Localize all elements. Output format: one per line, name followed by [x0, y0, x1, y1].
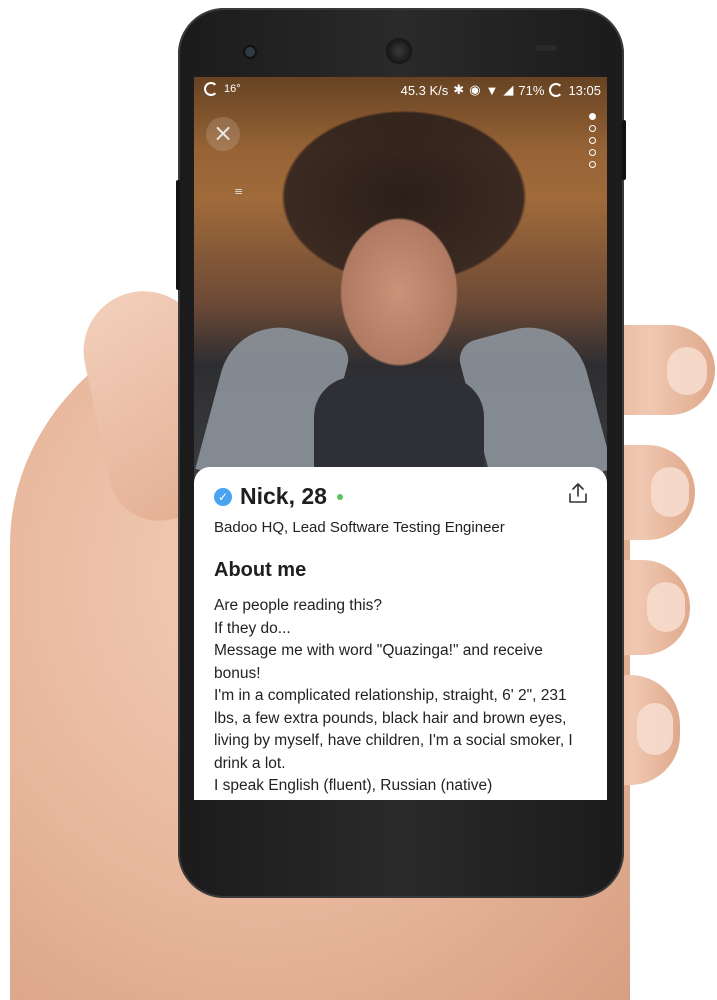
pager-dot[interactable] — [589, 149, 596, 156]
about-line: I'm in a complicated relationship, strai… — [214, 687, 573, 772]
volume-button — [176, 180, 180, 290]
status-battery: 71% — [518, 82, 545, 98]
photo-top-shade — [194, 77, 607, 487]
earpiece-speaker — [386, 38, 412, 64]
power-button — [622, 120, 626, 180]
status-temperature: 16° — [224, 83, 241, 95]
sync-ring-icon — [204, 82, 218, 96]
bluetooth-icon: ✱ — [453, 82, 465, 97]
about-line: I speak English (fluent), Russian (nativ… — [214, 777, 493, 794]
status-time: 13:05 — [568, 82, 601, 98]
verified-check-icon: ✓ — [214, 487, 232, 506]
profile-job: Badoo HQ, Lead Software Testing Engineer — [214, 519, 505, 536]
pager-dot[interactable] — [589, 125, 596, 132]
status-network-speed: 45.3 K/s — [400, 82, 449, 98]
about-line: If they do... — [214, 619, 291, 637]
about-line: Are people reading this? — [214, 597, 383, 614]
profile-card: ✓ Nick, 28 Badoo HQ, Lead Software Testi… — [194, 467, 607, 800]
profile-name: Nick, 28 — [240, 483, 327, 509]
signal-icon: ◢ — [503, 82, 514, 97]
name-row: ✓ Nick, 28 — [214, 483, 343, 510]
online-status-dot — [336, 493, 343, 500]
about-line: Message me with word "Quazinga!" and rec… — [214, 642, 543, 682]
profile-photo[interactable] — [194, 77, 607, 500]
status-bar: 16° 45.3 K/s ✱ ◉ ▼ ◢ 71% 13:05 — [194, 77, 607, 101]
pager-dot[interactable] — [589, 113, 596, 120]
about-text: Are people reading this? If they do... M… — [214, 595, 589, 798]
pager-dot[interactable] — [589, 161, 596, 168]
phone-screen: 16° 45.3 K/s ✱ ◉ ▼ ◢ 71% 13:05 × ≡ ✓ Nic… — [194, 77, 607, 800]
front-camera-icon — [245, 47, 255, 57]
menu-icon[interactable]: ≡ — [234, 185, 243, 198]
battery-ring-icon — [549, 83, 564, 97]
proximity-sensor — [535, 45, 557, 51]
pager-dot[interactable] — [589, 137, 596, 144]
wifi-icon: ▼ — [485, 82, 499, 98]
photo-pager — [589, 113, 596, 168]
share-icon[interactable] — [567, 481, 589, 505]
about-heading: About me — [214, 559, 307, 581]
data-saver-icon: ◉ — [469, 82, 481, 97]
close-icon[interactable]: × — [206, 117, 240, 151]
